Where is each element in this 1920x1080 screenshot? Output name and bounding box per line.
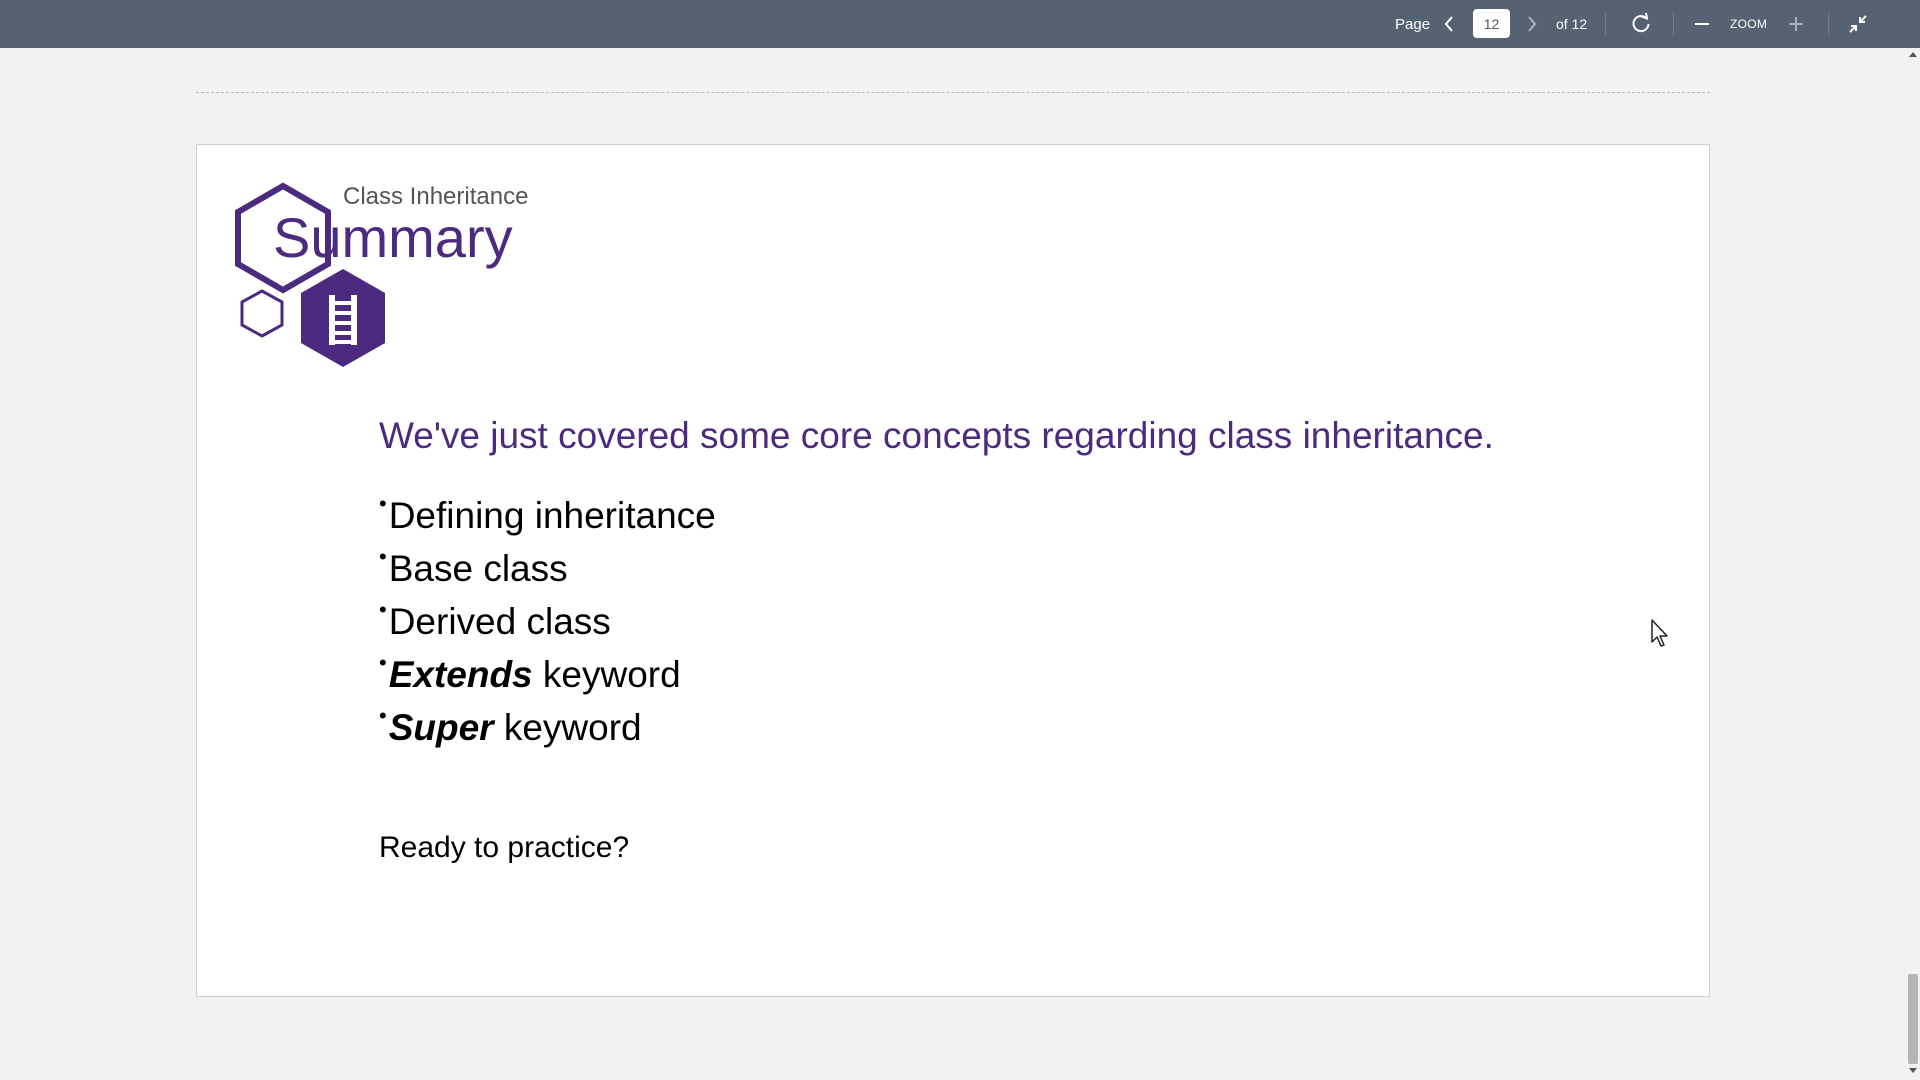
bullet-item: •Super keyword: [379, 701, 716, 754]
bullet-item: •Defining inheritance: [379, 489, 716, 542]
vertical-scrollbar[interactable]: [1906, 48, 1920, 1080]
bullet-marker: •: [379, 703, 387, 728]
bullet-item: •Derived class: [379, 595, 716, 648]
slide-intro: We've just covered some core concepts re…: [379, 415, 1494, 456]
scroll-up-arrow-icon[interactable]: [1909, 52, 1917, 57]
mouse-pointer-icon: [1651, 619, 1668, 647]
slide-title: Summary: [273, 206, 513, 269]
bullet-marker: •: [379, 597, 387, 622]
toolbar-divider: [1673, 12, 1674, 36]
scroll-down-arrow-icon[interactable]: [1909, 1068, 1917, 1073]
previous-page-edge: [196, 92, 1710, 93]
bullet-text: Base class: [388, 548, 568, 589]
page-count: of 12: [1556, 16, 1588, 32]
bullet-keyword: Extends: [388, 654, 533, 695]
scroll-thumb[interactable]: [1908, 974, 1918, 1064]
plus-icon[interactable]: [1786, 14, 1806, 34]
bullet-text: Defining inheritance: [388, 495, 716, 536]
minus-icon[interactable]: [1692, 14, 1712, 34]
page-label: Page: [1395, 16, 1431, 33]
bullet-marker: •: [379, 650, 387, 675]
bullet-item: •Base class: [379, 542, 716, 595]
collapse-icon[interactable]: [1846, 12, 1870, 36]
bullet-list: •Defining inheritance •Base class •Deriv…: [379, 489, 716, 754]
viewer-toolbar: Page of 12 ZOOM: [0, 0, 1920, 48]
chevron-left-icon[interactable]: [1441, 13, 1457, 35]
bullet-keyword: Super: [388, 707, 494, 748]
chevron-right-icon[interactable]: [1524, 13, 1540, 35]
toolbar-divider: [1605, 12, 1606, 36]
bullet-marker: •: [379, 491, 387, 516]
bullet-text: Derived class: [388, 601, 611, 642]
bullet-item: •Extends keyword: [379, 648, 716, 701]
page-number-input[interactable]: [1473, 9, 1510, 38]
bullet-text: keyword: [532, 654, 681, 695]
toolbar-divider: [1828, 12, 1829, 36]
rotate-icon[interactable]: [1629, 12, 1653, 36]
bullet-text: keyword: [493, 707, 642, 748]
document-viewport[interactable]: Class Inheritance Summary We've just cov…: [0, 48, 1906, 1080]
bullet-marker: •: [379, 544, 387, 569]
slide-page: Class Inheritance Summary We've just cov…: [196, 144, 1710, 997]
zoom-label: ZOOM: [1730, 17, 1768, 31]
slide-outro: Ready to practice?: [379, 831, 630, 864]
